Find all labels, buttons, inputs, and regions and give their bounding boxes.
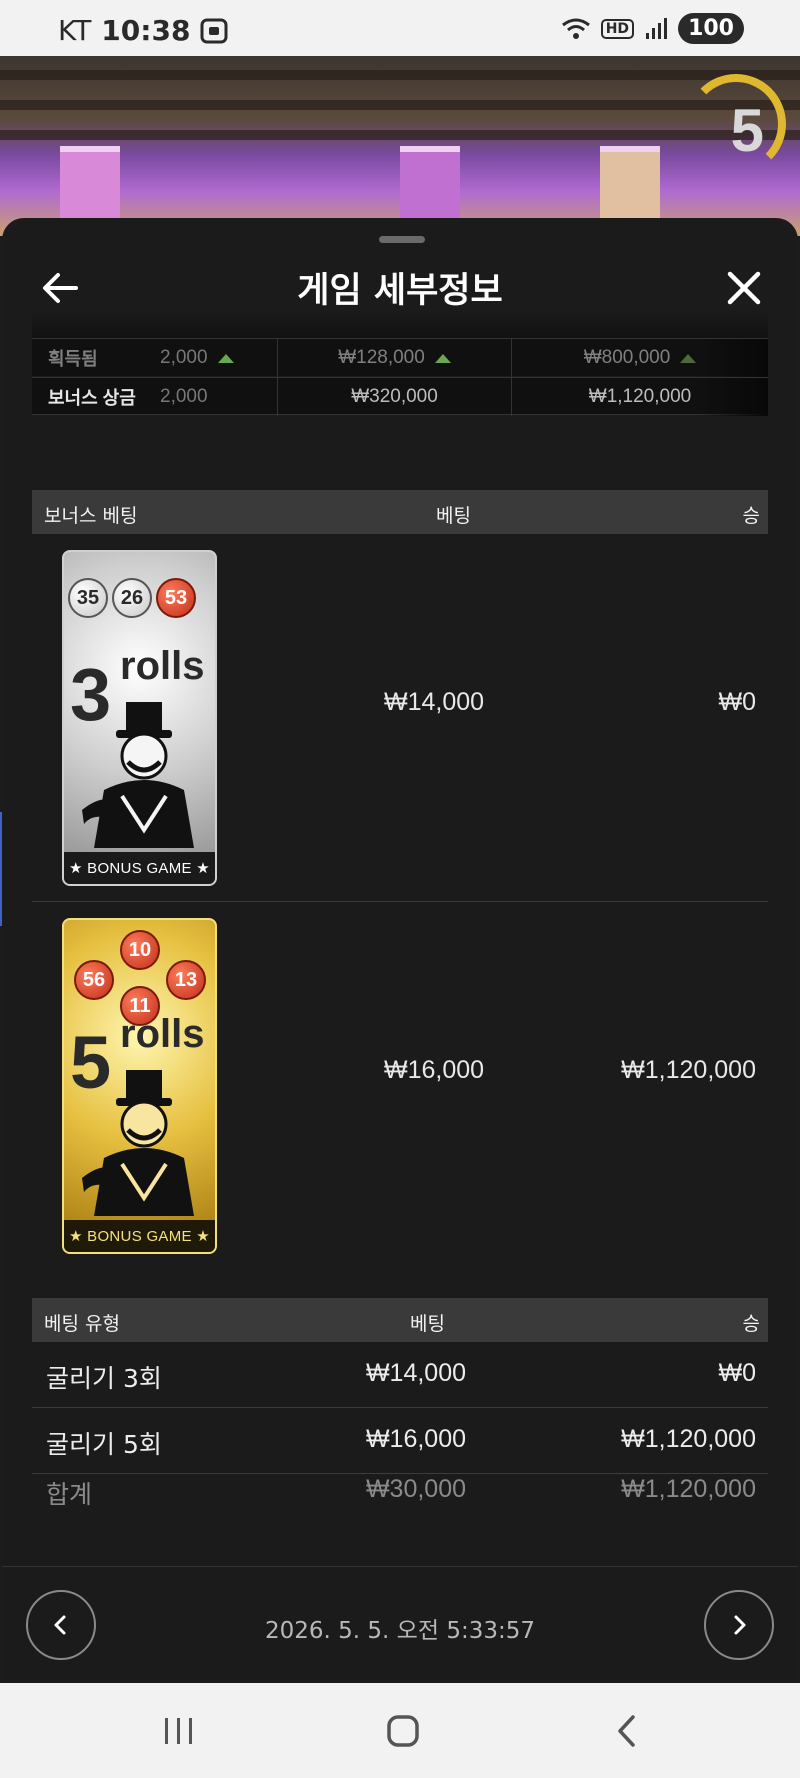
row-fade (698, 339, 768, 377)
recent-apps-icon (165, 1718, 192, 1744)
summary-cell: ₩128,000 (278, 339, 512, 377)
bet-types-header: 베팅 유형 베팅 승 (32, 1298, 768, 1342)
recent-apps-button[interactable] (154, 1709, 204, 1753)
bonus-game-label: ★ BONUS GAME ★ (64, 1220, 215, 1252)
total-bet: ₩30,000 (365, 1475, 466, 1503)
summary-value-text: 2,000 (160, 386, 208, 407)
sheet-title: 게임 세부정보 (297, 271, 503, 311)
round-datetime: 2026. 5. 5. 오전 5:33:57 (265, 1618, 535, 1644)
close-button[interactable] (718, 262, 770, 314)
system-navigation-bar (0, 1683, 800, 1778)
status-left: KT 10:38 (58, 14, 228, 47)
bet-type-win: ₩1,120,000 (621, 1425, 756, 1453)
rolls-word: rolls (120, 1012, 205, 1056)
summary-row-label: 보너스 상금 (48, 388, 136, 408)
summary-value-text: ₩320,000 (351, 386, 438, 407)
header-bet-type: 베팅 유형 (44, 1313, 120, 1335)
header-bet: 베팅 (436, 505, 471, 527)
bet-type-win: ₩0 (718, 1359, 757, 1387)
home-icon (387, 1715, 419, 1747)
bonus-game-label: ★ BONUS GAME ★ (64, 852, 215, 884)
header-win: 승 (742, 505, 760, 527)
total-label: 합계 (46, 1480, 93, 1509)
system-back-button[interactable] (602, 1709, 652, 1753)
summary-cell: ₩1,120,000 (512, 378, 768, 416)
mascot-icon (82, 1070, 194, 1216)
back-chevron-icon (618, 1715, 635, 1747)
up-triangle-icon (680, 353, 697, 363)
summary-cell: ₩800,000 (512, 339, 768, 377)
bet-type-bet: ₩14,000 (365, 1359, 466, 1387)
status-right: HD 100 (561, 13, 744, 44)
ball: 56 (74, 960, 114, 1000)
signal-icon (646, 17, 668, 39)
summary-value: 2,000 (160, 347, 234, 369)
bonus-row-3-rolls: 35 26 53 3 rolls ★ BONUS GAME ★ ₩14,000 … (32, 534, 768, 902)
bonus-bet-amount: ₩14,000 (384, 688, 485, 716)
total-win: ₩1,120,000 (621, 1475, 756, 1503)
countdown-number: 5 (730, 97, 764, 164)
carrier-label: KT (58, 14, 92, 47)
bet-type-name: 굴리기 5회 (46, 1430, 162, 1459)
summary-row-won: 획득됨 2,000 ₩128,000 ₩800,000 (32, 338, 768, 377)
home-button[interactable] (378, 1709, 428, 1753)
mascot-icon (82, 702, 194, 848)
footer-divider (2, 1566, 798, 1567)
sheet-drag-handle[interactable] (379, 236, 425, 243)
bet-type-name: 굴리기 3회 (46, 1364, 162, 1393)
summary-value-text: 2,000 (160, 347, 208, 368)
ceiling-beam (0, 130, 800, 140)
bonus-win-amount: ₩0 (718, 688, 757, 716)
status-bar: KT 10:38 HD 100 (0, 0, 800, 56)
bet-type-row: 굴리기 3회 ₩14,000 ₩0 (32, 1342, 768, 1408)
ball: 35 (68, 578, 108, 618)
screenshot-icon (200, 18, 228, 43)
summary-fade (32, 310, 768, 340)
chevron-right-icon (734, 1615, 746, 1635)
battery-badge: 100 (678, 13, 744, 44)
ball: 53 (156, 578, 196, 618)
bonus-bet-amount: ₩16,000 (384, 1056, 485, 1084)
header-bonus-bet: 보너스 베팅 (44, 505, 138, 527)
close-icon (727, 271, 761, 305)
header-bet: 베팅 (410, 1313, 445, 1335)
bonus-summary-table: 획득됨 2,000 ₩128,000 ₩800,000 보너스 상금 2,000… (32, 310, 768, 430)
ceiling-beam (0, 70, 800, 80)
summary-cell: ₩320,000 (278, 378, 512, 416)
summary-row-bonus-prize: 보너스 상금 2,000 ₩320,000 ₩1,120,000 (32, 377, 768, 416)
row-fade (698, 378, 768, 416)
next-round-button[interactable] (704, 1590, 774, 1660)
ball: 13 (166, 960, 206, 1000)
up-triangle-icon (217, 354, 234, 363)
ball: 10 (120, 930, 160, 970)
summary-cell: 보너스 상금 2,000 (32, 378, 278, 416)
summary-value-text: ₩800,000 (583, 347, 671, 368)
bet-type-bet: ₩16,000 (365, 1425, 466, 1453)
summary-row-label: 획득됨 (48, 349, 98, 369)
bonus-card-5-rolls: 10 56 13 11 5 rolls ★ BONUS GAME ★ (62, 918, 217, 1254)
bonus-card-3-rolls: 35 26 53 3 rolls ★ BONUS GAME ★ (62, 550, 217, 886)
header-win: 승 (742, 1313, 760, 1335)
summary-value-text: ₩1,120,000 (588, 386, 692, 407)
bonus-bets-header: 보너스 베팅 베팅 승 (32, 490, 768, 534)
bet-type-total-row: 합계 ₩30,000 ₩1,120,000 (32, 1458, 768, 1524)
bonus-win-amount: ₩1,120,000 (621, 1056, 756, 1084)
clock: 10:38 (101, 14, 191, 47)
ceiling-beam (0, 100, 800, 110)
game-stream-background: 5 (0, 56, 800, 236)
summary-value-text: ₩128,000 (338, 347, 425, 368)
bonus-row-5-rolls: 10 56 13 11 5 rolls ★ BONUS GAME ★ ₩16,0… (32, 902, 768, 1270)
game-details-sheet: 게임 세부정보 획득됨 2,000 ₩128,000 ₩800,000 보너스 … (2, 218, 798, 1683)
rolls-word: rolls (120, 644, 205, 688)
hd-badge: HD (600, 18, 635, 39)
up-triangle-icon (434, 353, 451, 363)
wifi-icon (561, 18, 590, 39)
summary-cell: 획득됨 2,000 (32, 339, 278, 377)
ball: 26 (112, 578, 152, 618)
